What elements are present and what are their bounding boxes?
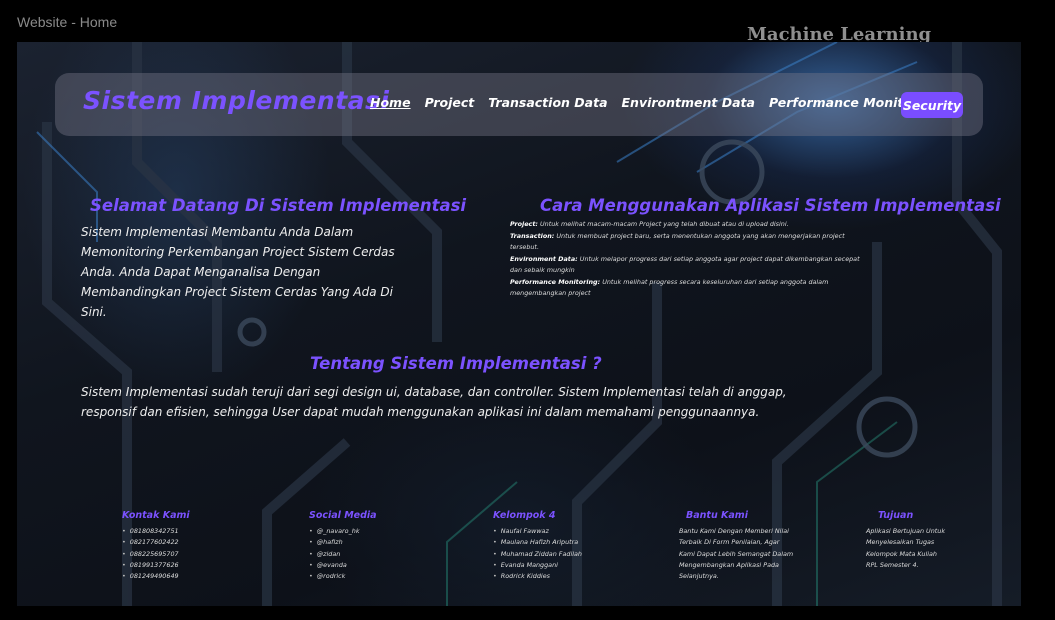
welcome-title: Selamat Datang Di Sistem Implementasi	[90, 196, 467, 215]
about-title: Tentang Sistem Implementasi ?	[310, 354, 602, 373]
footer-group-title: Kelompok 4	[493, 510, 556, 521]
howto-item-performance: Performance Monitoring: Untuk melihat pr…	[510, 277, 860, 300]
list-item[interactable]: 081991377626	[122, 560, 190, 571]
navbar: Sistem Implementasi Home Project Transac…	[55, 73, 983, 136]
howto-term: Performance Monitoring:	[510, 277, 601, 286]
about-text: Sistem Implementasi sudah teruji dari se…	[81, 385, 787, 419]
footer-goal-title: Tujuan	[878, 510, 914, 521]
howto-list: Project: Untuk melihat macam-macam Proje…	[510, 219, 860, 300]
brand-logo[interactable]: Sistem Implementasi	[83, 86, 389, 115]
social-list: @_navaro_hk @hafizh @zidan @evanda @rodr…	[309, 526, 377, 582]
footer-social: Social Media @_navaro_hk @hafizh @zidan …	[309, 510, 377, 582]
howto-title: Cara Menggunakan Aplikasi Sistem Impleme…	[540, 196, 1001, 215]
nav-home[interactable]: Home	[370, 95, 411, 110]
window-title: Website - Home	[17, 14, 118, 30]
howto-item-transaction: Transaction: Untuk membuat project baru,…	[510, 231, 860, 254]
howto-term: Environment Data:	[510, 254, 578, 263]
contact-list: 081808342751 082177602422 088225695707 0…	[122, 526, 190, 582]
list-item[interactable]: @zidan	[309, 549, 377, 560]
footer-goal: Tujuan Aplikasi Bertujuan Untuk Menyeles…	[866, 510, 946, 571]
nav-environment-data[interactable]: Environtment Data	[622, 95, 755, 110]
footer-contact-title: Kontak Kami	[122, 510, 190, 521]
list-item[interactable]: @hafizh	[309, 537, 377, 548]
footer-contact: Kontak Kami 081808342751 082177602422 08…	[122, 510, 190, 582]
welcome-text: Sistem Implementasi Membantu Anda Dalam …	[81, 225, 395, 319]
security-button[interactable]: Security	[901, 92, 963, 118]
list-item[interactable]: 088225695707	[122, 549, 190, 560]
footer-goal-text: Aplikasi Bertujuan Untuk Menyelesaikan T…	[866, 527, 946, 569]
group-list: Naufal Fawwaz Maulana Hafizh Ariputra Mu…	[493, 526, 582, 582]
nav-menu: Home Project Transaction Data Environtme…	[370, 95, 954, 110]
footer-group: Kelompok 4 Naufal Fawwaz Maulana Hafizh …	[493, 510, 582, 582]
website-frame: Sistem Implementasi Home Project Transac…	[17, 42, 1021, 606]
list-item[interactable]: @evanda	[309, 560, 377, 571]
nav-transaction-data[interactable]: Transaction Data	[488, 95, 607, 110]
list-item: Maulana Hafizh Ariputra	[493, 537, 582, 548]
list-item[interactable]: 081249490649	[122, 571, 190, 582]
list-item[interactable]: @_navaro_hk	[309, 526, 377, 537]
footer-help-title: Bantu Kami	[686, 510, 748, 521]
list-item: Muhamad Ziddan Fadilah	[493, 549, 582, 560]
howto-term: Project:	[510, 220, 538, 228]
footer-social-title: Social Media	[309, 510, 377, 521]
howto-desc: Untuk membuat project baru, serta menent…	[510, 231, 845, 252]
nav-project[interactable]: Project	[425, 95, 475, 110]
list-item[interactable]: @rodrick	[309, 571, 377, 582]
howto-term: Transaction:	[510, 231, 555, 240]
list-item: Evanda Manggani	[493, 560, 582, 571]
list-item: Rodrick Kiddies	[493, 571, 582, 582]
list-item: Naufal Fawwaz	[493, 526, 582, 537]
howto-item-project: Project: Untuk melihat macam-macam Proje…	[510, 219, 860, 231]
list-item[interactable]: 081808342751	[122, 526, 190, 537]
howto-desc: Untuk melihat macam-macam Project yang t…	[540, 220, 789, 228]
howto-item-environment: Environment Data: Untuk melapor progress…	[510, 254, 860, 277]
footer-help-text: Bantu Kami Dengan Memberi Nilai Terbaik …	[679, 527, 794, 581]
footer-help: Bantu Kami Bantu Kami Dengan Memberi Nil…	[679, 510, 797, 582]
list-item[interactable]: 082177602422	[122, 537, 190, 548]
